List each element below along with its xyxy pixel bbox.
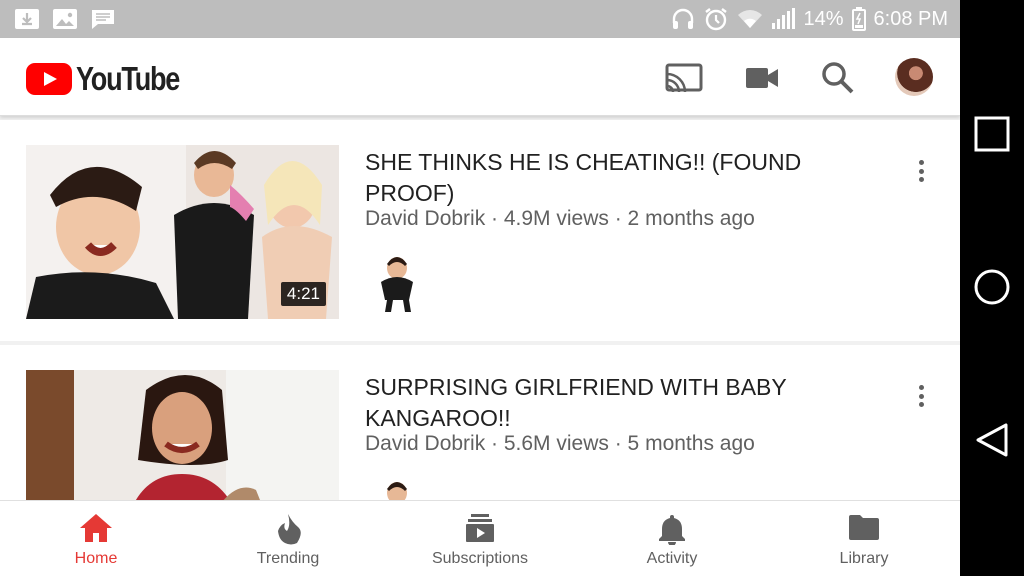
video-card[interactable]: 4:21 SHE THINKS HE IS CHEATING!! (FOUND …: [0, 120, 960, 341]
video-thumbnail[interactable]: 4:21: [26, 145, 339, 319]
status-bar: 14% 6:08 PM: [0, 0, 960, 38]
nav-trending[interactable]: Trending: [192, 501, 384, 576]
wifi-icon: [738, 10, 763, 28]
youtube-logo[interactable]: YouTube: [26, 60, 202, 98]
thumbnail-image: [26, 370, 339, 500]
download-icon: [15, 9, 39, 29]
nav-label: Subscriptions: [431, 550, 529, 567]
channel-avatar[interactable]: [373, 254, 421, 314]
headphones-icon: [673, 8, 694, 29]
phone-screen: 14% 6:08 PM YouTube 4:21 SHE THINKS HE I…: [0, 0, 960, 576]
battery-icon: [851, 7, 866, 31]
nav-label: Activity: [646, 550, 698, 567]
back-icon[interactable]: [974, 422, 1010, 458]
alarm-icon: [705, 8, 728, 31]
nav-subscriptions[interactable]: Subscriptions: [384, 501, 576, 576]
video-camera-icon[interactable]: [742, 58, 782, 98]
cast-icon[interactable]: [664, 58, 704, 98]
signal-icon: [772, 8, 796, 29]
folder-icon: [849, 515, 879, 540]
message-icon: [92, 10, 114, 29]
channel-avatar[interactable]: [373, 479, 421, 500]
video-feed[interactable]: 4:21 SHE THINKS HE IS CHEATING!! (FOUND …: [0, 120, 960, 500]
image-icon: [53, 9, 77, 29]
nav-activity[interactable]: Activity: [576, 501, 768, 576]
youtube-play-icon: [26, 63, 72, 95]
nav-label: Trending: [256, 550, 320, 567]
app-bar: YouTube: [0, 38, 960, 116]
video-title[interactable]: SHE THINKS HE IS CHEATING!! (FOUND PROOF…: [365, 147, 885, 209]
recents-icon[interactable]: [974, 116, 1010, 152]
flame-icon: [278, 514, 301, 545]
logo-text: YouTube: [76, 60, 180, 97]
home-circle-icon[interactable]: [974, 269, 1010, 305]
video-duration: 4:21: [280, 282, 326, 306]
home-icon: [80, 514, 112, 542]
search-icon[interactable]: [818, 58, 858, 98]
more-options-icon[interactable]: [908, 158, 934, 184]
video-card[interactable]: SURPRISING GIRLFRIEND WITH BABY KANGAROO…: [0, 345, 960, 500]
video-title[interactable]: SURPRISING GIRLFRIEND WITH BABY KANGAROO…: [365, 372, 885, 434]
android-nav-bar: [960, 0, 1024, 576]
nav-label: Library: [839, 550, 889, 567]
nav-label: Home: [74, 550, 118, 567]
nav-home[interactable]: Home: [0, 501, 192, 576]
video-thumbnail[interactable]: [26, 370, 339, 500]
nav-library[interactable]: Library: [768, 501, 960, 576]
battery-percent: 14%: [803, 7, 844, 30]
bottom-navigation: Home Trending Subscriptions Activity Lib…: [0, 500, 960, 576]
bell-icon: [659, 515, 685, 545]
subscriptions-icon: [466, 514, 494, 542]
account-avatar[interactable]: [895, 58, 933, 96]
video-meta: David Dobrik · 4.9M views · 2 months ago: [365, 207, 755, 230]
clock-time: 6:08 PM: [873, 7, 948, 30]
video-meta: David Dobrik · 5.6M views · 5 months ago: [365, 432, 755, 455]
more-options-icon[interactable]: [908, 383, 934, 409]
